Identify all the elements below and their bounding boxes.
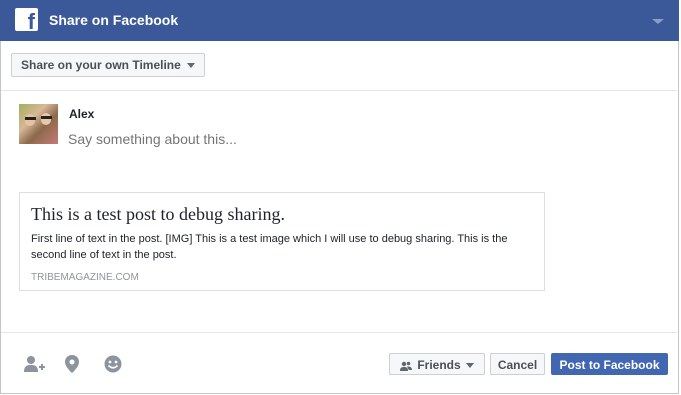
divider — [1, 90, 677, 91]
tag-friends-icon[interactable] — [22, 354, 46, 374]
dialog-title: Share on Facebook — [49, 12, 179, 28]
link-title: This is a test post to debug sharing. — [31, 204, 285, 224]
friends-icon — [400, 361, 413, 371]
link-domain: TRIBEMAGAZINE.COM — [31, 272, 139, 283]
post-message-input[interactable] — [68, 131, 628, 147]
link-preview-card[interactable]: This is a test post to debug sharing. Fi… — [19, 192, 545, 291]
avatar — [19, 104, 58, 144]
audience-label: Friends — [417, 358, 461, 372]
location-icon[interactable] — [65, 355, 79, 373]
cancel-button[interactable]: Cancel — [490, 353, 545, 375]
facebook-logo-icon: f — [15, 8, 38, 33]
share-destination-dropdown[interactable]: Share on your own Timeline — [11, 53, 205, 77]
audience-selector-button[interactable]: Friends — [389, 353, 485, 375]
dropdown-arrow-icon — [465, 363, 474, 369]
dropdown-arrow-icon — [186, 63, 195, 69]
dialog-header: f Share on Facebook — [0, 0, 679, 41]
feeling-icon[interactable] — [104, 355, 122, 373]
link-description: First line of text in the post. [IMG] Th… — [31, 233, 508, 261]
user-name: Alex — [69, 107, 95, 121]
post-to-facebook-button[interactable]: Post to Facebook — [551, 353, 668, 375]
divider — [1, 332, 677, 333]
chevron-down-icon[interactable] — [652, 19, 664, 24]
share-destination-label: Share on your own Timeline — [21, 58, 181, 72]
